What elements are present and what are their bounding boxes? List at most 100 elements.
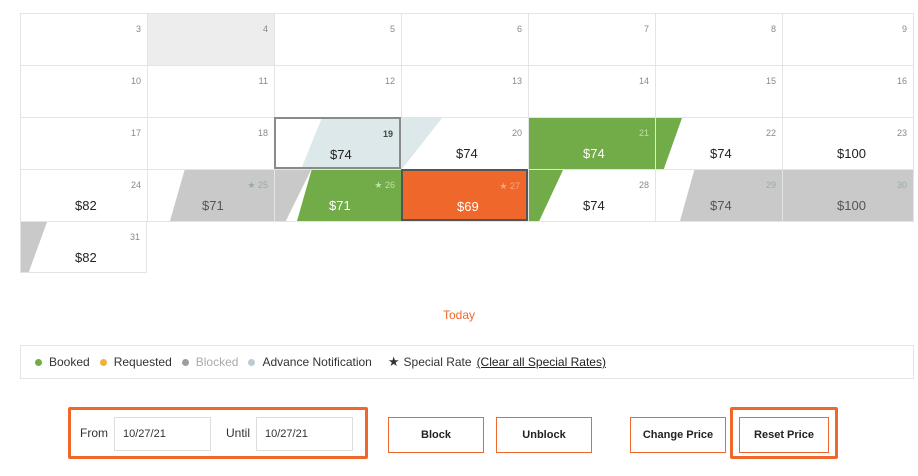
grid-line <box>147 221 914 222</box>
day-price: $82 <box>75 198 97 213</box>
booked-fill <box>529 118 655 169</box>
until-date-input[interactable] <box>256 417 353 451</box>
from-date-input[interactable] <box>114 417 211 451</box>
unblock-button[interactable]: Unblock <box>496 417 592 453</box>
calendar-day-today[interactable]: ★ 27 $69 <box>401 169 528 221</box>
clear-special-rates-link[interactable]: (Clear all Special Rates) <box>477 355 606 369</box>
requested-dot-icon <box>99 358 107 366</box>
day-price: $74 <box>456 146 478 161</box>
day-number: 22 <box>765 128 776 138</box>
legend-label: Requested <box>113 355 172 369</box>
change-price-button[interactable]: Change Price <box>630 417 726 453</box>
star-icon: ★ <box>387 354 400 369</box>
calendar-week: 10 11 12 13 14 15 16 <box>20 65 914 117</box>
day-number: 14 <box>638 76 649 86</box>
day-number: 15 <box>765 76 776 86</box>
legend-label: Special Rate <box>403 355 472 369</box>
day-price: $74 <box>583 146 605 161</box>
day-price: $71 <box>329 198 351 213</box>
calendar-day[interactable]: 31 $82 <box>20 221 147 273</box>
day-number: 29 <box>765 180 776 190</box>
booked-fill <box>297 170 401 221</box>
blocked-fill <box>170 170 274 221</box>
calendar-day[interactable]: 16 <box>782 65 914 117</box>
calendar-day[interactable]: 7 <box>528 13 655 65</box>
calendar-week: 31 $82 <box>20 221 914 273</box>
day-price: $82 <box>75 250 97 265</box>
day-price: $74 <box>583 198 605 213</box>
special-rate-star-icon: ★ <box>374 180 383 190</box>
day-price: $69 <box>457 199 479 214</box>
day-price: $74 <box>330 147 352 162</box>
legend-special: ★ Special Rate (Clear all Special Rates) <box>388 354 606 370</box>
from-label: From <box>80 426 108 440</box>
block-button[interactable]: Block <box>388 417 484 453</box>
day-number: 16 <box>896 76 907 86</box>
calendar-day-blocked[interactable]: ★ 25 $71 <box>147 169 274 221</box>
calendar-day[interactable]: 24 $82 <box>20 169 147 221</box>
calendar-day[interactable]: 15 <box>655 65 782 117</box>
day-price: $74 <box>710 146 732 161</box>
calendar-day[interactable]: 20 $74 <box>401 117 528 169</box>
calendar-day[interactable]: 18 <box>147 117 274 169</box>
legend-requested: Requested <box>99 355 172 369</box>
day-number: 12 <box>384 76 395 86</box>
day-number: 31 <box>129 232 140 242</box>
calendar-day-booked[interactable]: 21 $74 <box>528 117 655 169</box>
calendar-day[interactable]: 17 <box>20 117 147 169</box>
calendar-day-blocked[interactable]: 29 $74 <box>655 169 782 221</box>
day-number: 24 <box>130 180 141 190</box>
day-number: 8 <box>770 24 776 34</box>
booked-dot-icon <box>35 358 42 366</box>
reset-price-button[interactable]: Reset Price <box>739 417 829 453</box>
day-number: 21 <box>638 128 649 138</box>
day-number: 30 <box>896 180 907 190</box>
day-number: 7 <box>643 24 649 34</box>
legend-label: Advance Notification <box>262 355 372 369</box>
day-price: $100 <box>837 198 866 213</box>
calendar-day[interactable]: 8 <box>655 13 782 65</box>
calendar-day[interactable]: 11 <box>147 65 274 117</box>
blocked-fill <box>680 170 782 221</box>
day-number: 18 <box>257 128 268 138</box>
blocked-fill <box>783 170 913 221</box>
calendar-day-booked[interactable]: ★ 26 $71 <box>274 169 401 221</box>
legend-label: Blocked <box>195 355 239 369</box>
day-number: 3 <box>135 24 141 34</box>
legend: Booked Requested Blocked Advance Notific… <box>20 345 914 379</box>
calendar-day[interactable]: 3 <box>20 13 147 65</box>
calendar-day[interactable]: 13 <box>401 65 528 117</box>
calendar-day[interactable]: 14 <box>528 65 655 117</box>
today-link[interactable]: Today <box>0 308 918 322</box>
advance-dot-icon <box>248 358 256 366</box>
booked-fill <box>656 118 682 169</box>
calendar-day[interactable]: 12 <box>274 65 401 117</box>
day-number: 19 <box>382 129 393 139</box>
calendar-day[interactable]: 28 $74 <box>528 169 655 221</box>
day-number: ★ 25 <box>247 180 268 190</box>
calendar-week: 3 4 5 6 7 8 9 <box>20 13 914 65</box>
calendar-day-selected[interactable]: 19 $74 <box>274 117 401 169</box>
day-number: 20 <box>511 128 522 138</box>
day-number: ★ 26 <box>374 180 395 190</box>
calendar-day[interactable]: 9 <box>782 13 914 65</box>
blocked-fill <box>21 222 47 272</box>
until-label: Until <box>226 426 251 440</box>
day-number: 10 <box>130 76 141 86</box>
calendar-week: 24 $82 ★ 25 $71 ★ 26 $71 ★ 27 $69 28 $74… <box>20 169 914 221</box>
calendar-week: 17 18 19 $74 20 $74 21 $74 22 $74 23 $10… <box>20 117 914 169</box>
day-number: 6 <box>516 24 522 34</box>
calendar-day[interactable]: 6 <box>401 13 528 65</box>
day-price: $100 <box>837 146 866 161</box>
calendar-day[interactable]: 5 <box>274 13 401 65</box>
special-rate-star-icon: ★ <box>247 180 256 190</box>
day-number: 9 <box>901 24 907 34</box>
day-number: 11 <box>258 76 268 86</box>
calendar-day[interactable]: 4 <box>147 13 274 65</box>
calendar-day-blocked[interactable]: 30 $100 <box>782 169 914 221</box>
day-number: 17 <box>130 128 141 138</box>
calendar-day[interactable]: 23 $100 <box>782 117 914 169</box>
calendar-day[interactable]: 10 <box>20 65 147 117</box>
calendar-day[interactable]: 22 $74 <box>655 117 782 169</box>
day-price: $71 <box>202 198 224 213</box>
